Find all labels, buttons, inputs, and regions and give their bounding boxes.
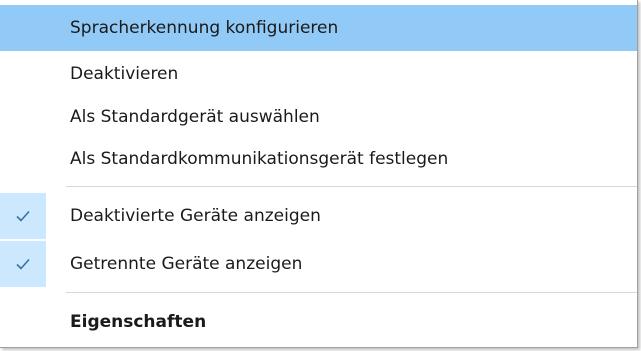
menu-separator — [66, 186, 637, 187]
menu-item-label: Deaktivieren — [70, 64, 179, 84]
checkmark-icon — [0, 241, 46, 287]
menu-item-label: Getrennte Geräte anzeigen — [70, 254, 303, 274]
checkmark-icon — [0, 193, 46, 239]
menu-item-label: Als Standardkommunikationsgerät festlege… — [70, 149, 449, 169]
menu-separator — [66, 292, 637, 293]
menu-item-disable[interactable]: Deaktivieren — [0, 51, 637, 97]
menu-item-set-default-device[interactable]: Als Standardgerät auswählen — [0, 94, 637, 140]
menu-item-show-disconnected-devices[interactable]: Getrennte Geräte anzeigen — [0, 241, 637, 287]
menu-item-configure-speech-recognition[interactable]: Spracherkennung konfigurieren — [0, 5, 637, 51]
menu-item-properties[interactable]: Eigenschaften — [0, 299, 637, 345]
menu-item-label: Eigenschaften — [70, 312, 207, 332]
menu-item-label: Spracherkennung konfigurieren — [70, 18, 339, 38]
menu-item-show-disabled-devices[interactable]: Deaktivierte Geräte anzeigen — [0, 193, 637, 239]
menu-item-label: Deaktivierte Geräte anzeigen — [70, 206, 321, 226]
menu-item-set-default-communication-device[interactable]: Als Standardkommunikationsgerät festlege… — [0, 136, 637, 182]
context-menu: Spracherkennung konfigurieren Deaktivier… — [0, 0, 638, 348]
menu-item-label: Als Standardgerät auswählen — [70, 107, 320, 127]
